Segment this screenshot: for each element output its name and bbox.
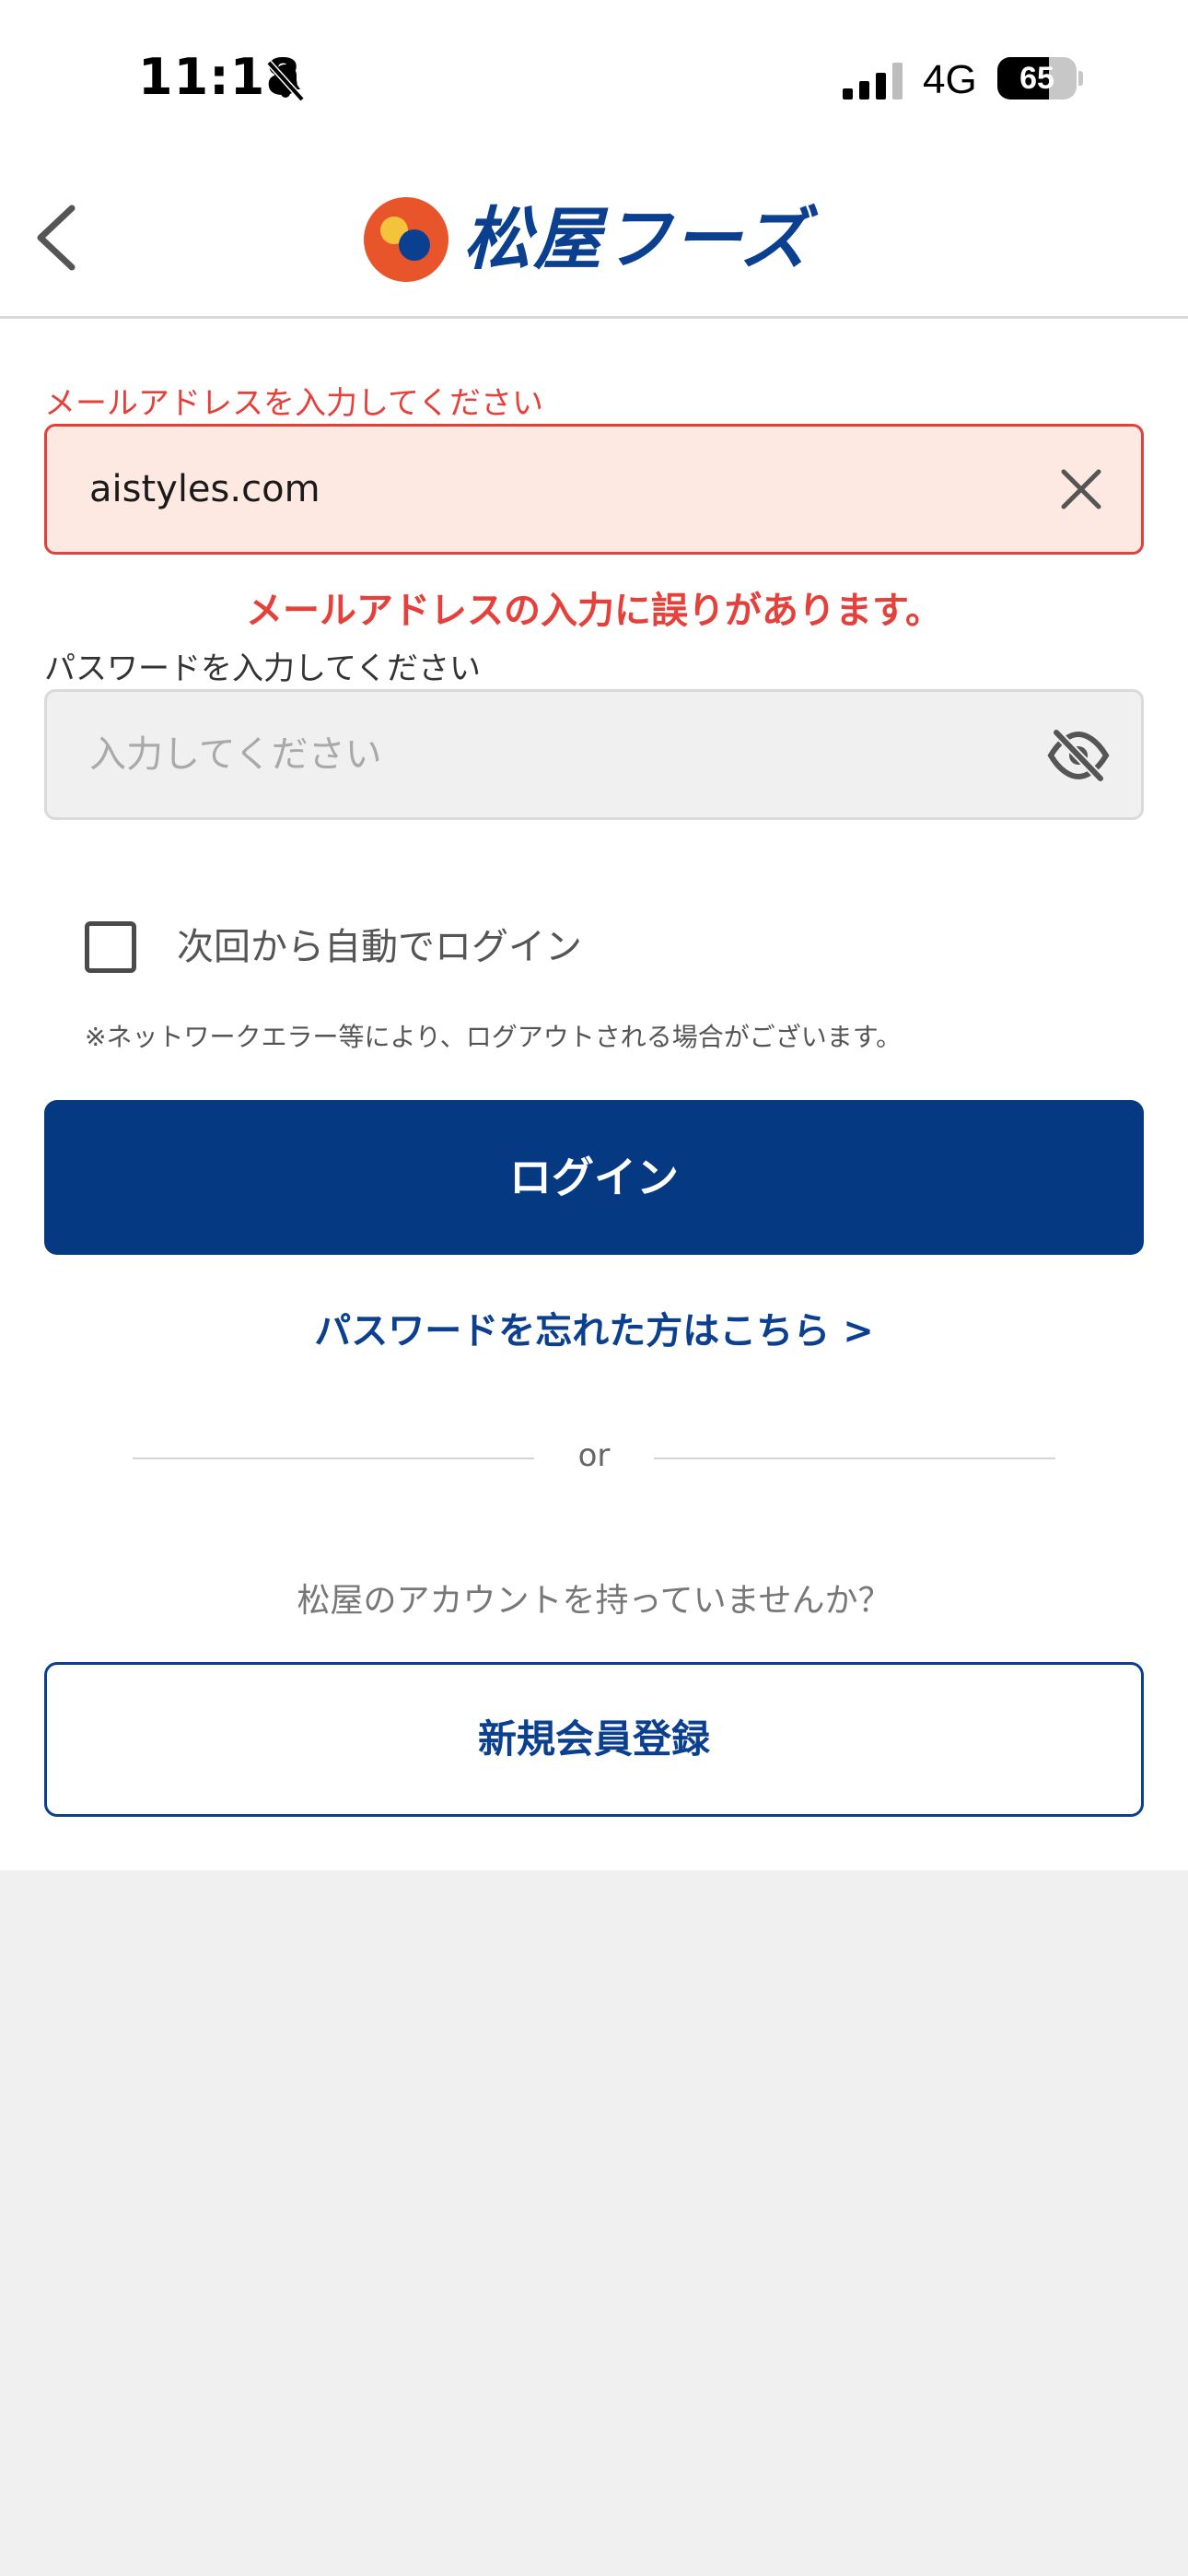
divider-line-left <box>133 1458 534 1459</box>
divider-or: or <box>577 1437 611 1474</box>
email-error-message: メールアドレスの入力に誤りがあります。 <box>246 590 942 632</box>
logo-text: 松屋フーズ <box>463 200 810 279</box>
password-label: パスワードを入力してください <box>44 650 481 687</box>
matsuya-foods-logo: 松屋フーズ <box>364 195 833 284</box>
logout-note: ※ネットワークエラー等により、ログアウトされる場合がございます。 <box>85 1022 902 1052</box>
email-value: aistyles.com <box>89 468 320 510</box>
cellular-signal-icon <box>843 63 903 100</box>
email-label: メールアドレスを入力してください <box>44 385 543 422</box>
clear-icon[interactable] <box>1058 466 1104 512</box>
auto-login-label[interactable]: 次回から自動でログイン <box>177 921 582 973</box>
password-placeholder: 入力してください <box>89 733 382 776</box>
network-type: 4G <box>923 57 977 102</box>
battery-icon: 65 <box>997 57 1083 100</box>
password-field[interactable]: 入力してください <box>44 689 1144 820</box>
back-chevron-icon[interactable] <box>28 199 92 276</box>
bell-slash-icon <box>266 60 305 102</box>
no-account-prompt: 松屋のアカウントを持っていませんか？ <box>297 1582 891 1620</box>
logo-mark-icon <box>364 197 448 282</box>
eye-slash-icon[interactable] <box>1047 729 1110 782</box>
email-field[interactable]: aistyles.com <box>44 424 1144 555</box>
divider-line-right <box>654 1458 1055 1459</box>
battery-tip <box>1078 71 1083 86</box>
forgot-password-link[interactable]: パスワードを忘れた方はこちら > <box>0 1301 1188 1354</box>
register-button[interactable]: 新規会員登録 <box>44 1662 1144 1817</box>
status-bar: 11:18 4G 65 <box>0 0 1188 157</box>
battery-body: 65 <box>997 57 1077 100</box>
login-button[interactable]: ログイン <box>44 1100 1144 1255</box>
auto-login-checkbox[interactable] <box>85 921 136 973</box>
battery-level: 65 <box>1019 61 1054 96</box>
nav-bar: 松屋フーズ <box>0 157 1188 319</box>
login-screen: 11:18 4G 65 松屋フーズ メールアドレスを入力してください aisty… <box>0 0 1188 2576</box>
